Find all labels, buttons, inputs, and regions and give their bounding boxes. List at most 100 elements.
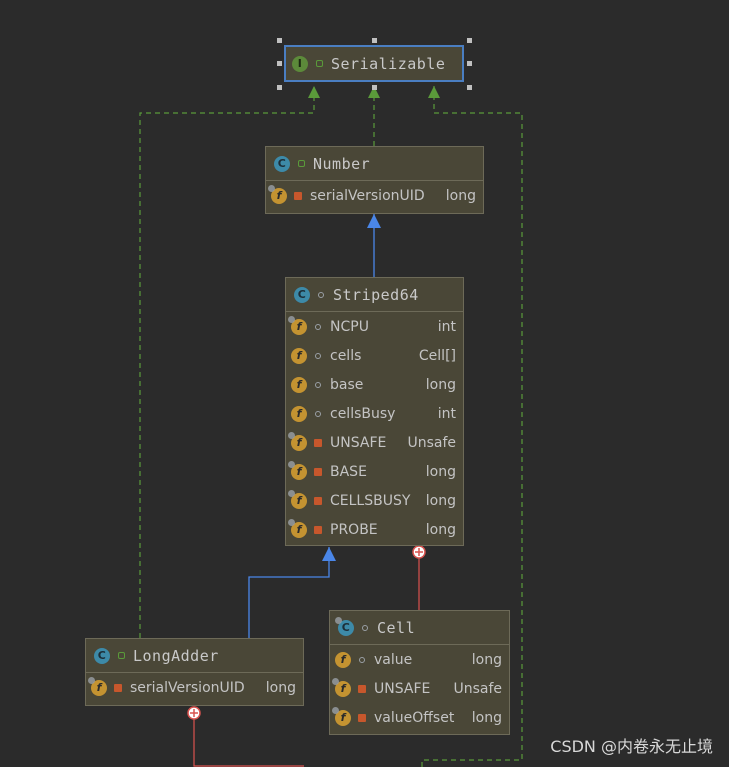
- field-name: cells: [330, 347, 362, 364]
- private-lock-icon: [312, 467, 324, 476]
- inner-class-marker-striped64: [412, 545, 426, 559]
- private-lock-icon: [312, 525, 324, 534]
- selection-handle[interactable]: [372, 85, 377, 90]
- package-visibility-icon: [356, 656, 368, 663]
- field-name: UNSAFE: [374, 680, 431, 697]
- public-visibility-icon: [313, 60, 325, 67]
- field-icon: f: [332, 706, 351, 726]
- private-lock-icon: [112, 683, 124, 692]
- field-type: Unsafe: [407, 434, 456, 451]
- field-row[interactable]: f cells Cell[]: [286, 341, 463, 370]
- node-header: C Striped64: [286, 278, 463, 312]
- node-longadder[interactable]: C LongAdder f serialVersionUID long: [85, 638, 304, 706]
- field-name: valueOffset: [374, 709, 455, 726]
- selection-handle[interactable]: [467, 38, 472, 43]
- selection-handle[interactable]: [277, 85, 282, 90]
- field-name: base: [330, 376, 364, 393]
- extends-arrowhead-striped64: [367, 214, 381, 228]
- field-type: long: [425, 521, 456, 538]
- field-icon: f: [288, 460, 307, 480]
- node-title: Cell: [377, 618, 416, 637]
- field-row[interactable]: f PROBE long: [286, 515, 463, 544]
- node-header: C Cell: [330, 611, 509, 645]
- abstract-class-icon: C: [294, 286, 310, 303]
- abstract-class-icon: C: [274, 155, 290, 172]
- public-visibility-icon: [115, 652, 127, 659]
- selection-handle[interactable]: [372, 38, 377, 43]
- field-icon: f: [332, 677, 351, 697]
- field-type: long: [425, 376, 456, 393]
- node-header: C Number: [266, 147, 483, 181]
- field-icon: f: [288, 315, 307, 335]
- field-row[interactable]: f cellsBusy int: [286, 399, 463, 428]
- interface-icon: I: [292, 55, 308, 72]
- field-type: long: [425, 463, 456, 480]
- node-striped64[interactable]: C Striped64 f NCPU int f cells Cell[] f …: [285, 277, 464, 546]
- field-icon: f: [335, 651, 351, 668]
- inner-class-marker-longadder: [187, 706, 201, 720]
- field-icon: f: [288, 489, 307, 509]
- selection-handle[interactable]: [467, 61, 472, 66]
- node-title: LongAdder: [133, 646, 219, 665]
- selection-handle[interactable]: [467, 85, 472, 90]
- field-icon: f: [291, 376, 307, 393]
- field-row[interactable]: f serialVersionUID long: [266, 181, 483, 210]
- field-row[interactable]: f CELLSBUSY long: [286, 486, 463, 515]
- node-title: Serializable: [331, 54, 446, 73]
- private-lock-icon: [356, 684, 368, 693]
- node-number[interactable]: C Number f serialVersionUID long: [265, 146, 484, 214]
- field-icon: f: [288, 431, 307, 451]
- node-header: C LongAdder: [86, 639, 303, 673]
- node-title: Number: [313, 154, 371, 173]
- field-icon: f: [88, 676, 107, 696]
- public-visibility-icon: [295, 160, 307, 167]
- field-type: long: [445, 187, 476, 204]
- selection-handle[interactable]: [277, 61, 282, 66]
- field-row[interactable]: f base long: [286, 370, 463, 399]
- field-icon: f: [291, 347, 307, 364]
- field-row[interactable]: f valueOffset long: [330, 703, 509, 732]
- extends-edge-longadder: [248, 547, 330, 638]
- field-type: long: [265, 679, 296, 696]
- field-row[interactable]: f NCPU int: [286, 312, 463, 341]
- field-type: long: [425, 492, 456, 509]
- field-name: serialVersionUID: [310, 187, 425, 204]
- node-header: I Serializable: [286, 47, 462, 80]
- field-icon: f: [291, 405, 307, 422]
- field-row[interactable]: f UNSAFE Unsafe: [330, 674, 509, 703]
- class-icon: C: [94, 647, 110, 664]
- field-name: CELLSBUSY: [330, 492, 411, 509]
- package-visibility-icon: [312, 323, 324, 330]
- field-row[interactable]: f UNSAFE Unsafe: [286, 428, 463, 457]
- field-row[interactable]: f value long: [330, 645, 509, 674]
- implements-arrowhead-longadder: [308, 86, 320, 98]
- selection-handle[interactable]: [277, 38, 282, 43]
- private-lock-icon: [292, 191, 304, 200]
- watermark: CSDN @内卷永无止境: [550, 737, 713, 756]
- private-lock-icon: [356, 713, 368, 722]
- extends-arrowhead-longadder: [322, 547, 336, 561]
- field-type: int: [437, 318, 456, 335]
- field-type: long: [471, 709, 502, 726]
- node-title: Striped64: [333, 285, 419, 304]
- class-icon: C: [335, 616, 354, 636]
- field-name: UNSAFE: [330, 434, 387, 451]
- field-type: Cell[]: [418, 347, 456, 364]
- field-type: Unsafe: [453, 680, 502, 697]
- field-type: int: [437, 405, 456, 422]
- field-name: PROBE: [330, 521, 378, 538]
- node-cell[interactable]: C Cell f value long f UNSAFE Unsafe f va…: [329, 610, 510, 735]
- implements-arrowhead-cell: [428, 86, 440, 98]
- node-serializable[interactable]: I Serializable: [284, 45, 464, 82]
- field-icon: f: [268, 184, 287, 204]
- field-icon: f: [288, 518, 307, 538]
- field-row[interactable]: f serialVersionUID long: [86, 673, 303, 702]
- inner-class-edge-longadder: [193, 718, 304, 767]
- field-row[interactable]: f BASE long: [286, 457, 463, 486]
- field-name: BASE: [330, 463, 367, 480]
- field-name: value: [374, 651, 413, 668]
- field-name: cellsBusy: [330, 405, 396, 422]
- package-visibility-icon: [359, 624, 371, 631]
- package-visibility-icon: [312, 381, 324, 388]
- private-lock-icon: [312, 496, 324, 505]
